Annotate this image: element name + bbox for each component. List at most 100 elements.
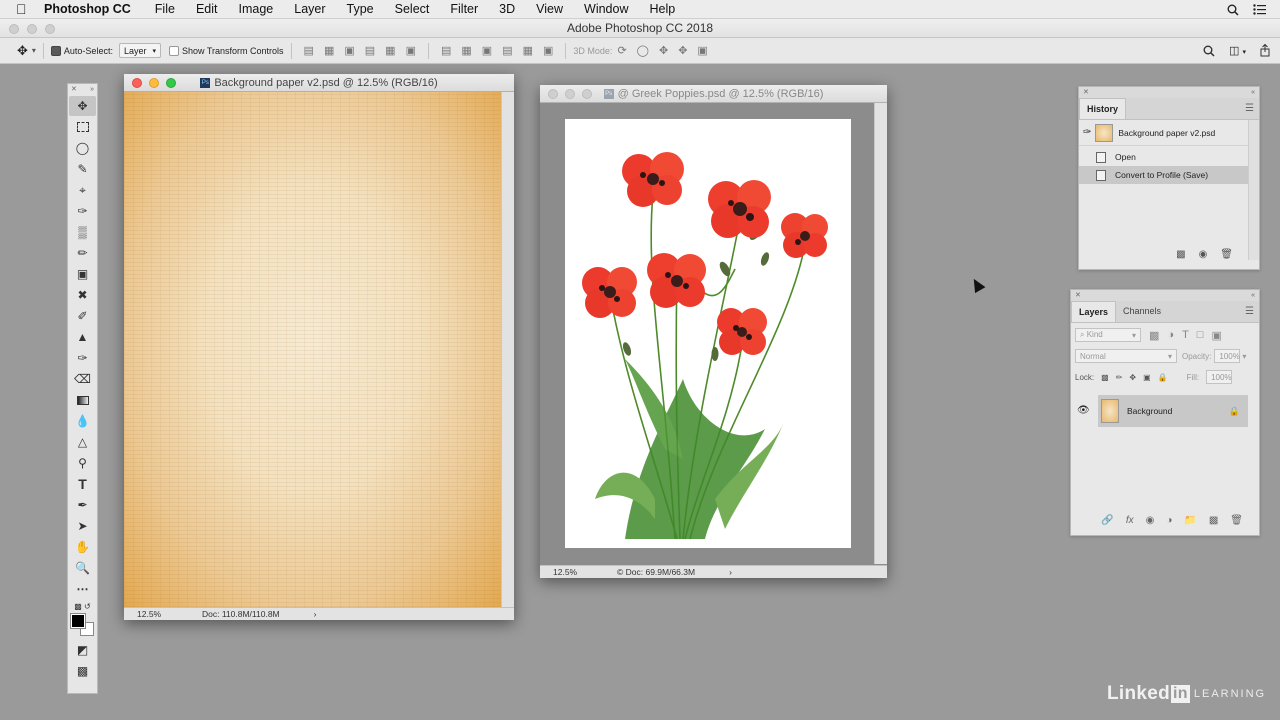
menu-3d[interactable]: 3D: [499, 2, 515, 16]
distribute-hcenter-icon[interactable]: ▦: [523, 44, 533, 57]
menu-image[interactable]: Image: [239, 2, 274, 16]
move-tool-preset-icon[interactable]: ✥: [17, 43, 28, 59]
vertical-scrollbar[interactable]: [1248, 120, 1259, 260]
menu-type[interactable]: Type: [347, 2, 374, 16]
close-icon[interactable]: ✕: [71, 84, 77, 96]
new-layer-icon[interactable]: ▩: [1209, 515, 1218, 526]
layer-style-fx-icon[interactable]: fx: [1126, 515, 1134, 526]
eyedropper-tool-icon[interactable]: ✑: [69, 201, 96, 221]
pen-tool-icon[interactable]: ✒: [69, 495, 96, 515]
opacity-field[interactable]: 100%: [1214, 349, 1241, 363]
trash-icon[interactable]: 🗑: [1220, 249, 1233, 260]
brush-tool-icon[interactable]: ✏: [69, 243, 96, 263]
link-layers-icon[interactable]: 🔗: [1101, 515, 1113, 526]
distribute-bottom-icon[interactable]: ▣: [482, 44, 492, 57]
vertical-scrollbar[interactable]: [501, 92, 514, 607]
color-swatches[interactable]: [70, 613, 97, 640]
close-window-button[interactable]: [548, 89, 558, 99]
chevron-down-icon[interactable]: ▾: [32, 46, 36, 55]
camera-icon[interactable]: ◉: [1199, 249, 1208, 260]
lock-icon[interactable]: 🔒: [1229, 406, 1240, 417]
collapse-icon[interactable]: «: [1251, 290, 1255, 301]
lock-position-icon[interactable]: ✥: [1129, 373, 1136, 382]
new-document-from-state-icon[interactable]: ▩: [1176, 249, 1185, 260]
notification-center-icon[interactable]: [1253, 4, 1266, 15]
align-left-icon[interactable]: ▤: [365, 44, 375, 57]
blend-mode-dropdown[interactable]: Normal ▾: [1075, 349, 1177, 363]
zoom-app-button[interactable]: [45, 24, 55, 34]
align-bottom-icon[interactable]: ▣: [344, 44, 354, 57]
menu-app-name[interactable]: Photoshop CC: [44, 2, 131, 16]
mixer-brush-tool-icon[interactable]: ✑: [69, 348, 96, 368]
stamp-tool-icon[interactable]: ▲: [69, 327, 96, 347]
blur-tool-icon[interactable]: 💧: [69, 411, 96, 431]
tab-history[interactable]: History: [1079, 98, 1127, 119]
status-menu-arrow-icon[interactable]: ›: [729, 567, 732, 577]
collapse-icon[interactable]: »: [90, 84, 94, 96]
more-tools-icon[interactable]: ⋯: [69, 579, 96, 599]
tab-layers[interactable]: Layers: [1071, 301, 1117, 322]
type-tool-icon[interactable]: T: [69, 474, 96, 494]
minimize-window-button[interactable]: [565, 89, 575, 99]
filter-smart-object-icon[interactable]: ▣: [1211, 329, 1221, 342]
crop-tool-icon[interactable]: ⌖: [69, 180, 96, 200]
menu-edit[interactable]: Edit: [196, 2, 218, 16]
3d-pan-icon[interactable]: ✥: [659, 44, 668, 57]
visibility-eye-icon[interactable]: 👁: [1077, 405, 1090, 416]
trash-icon[interactable]: 🗑: [1230, 515, 1243, 526]
close-icon[interactable]: ✕: [1083, 87, 1089, 98]
share-icon[interactable]: [1260, 44, 1270, 57]
auto-select-dropdown[interactable]: Layer ▾: [118, 43, 161, 58]
canvas-greek-poppies-image[interactable]: [565, 119, 851, 548]
status-menu-arrow-icon[interactable]: ›: [314, 609, 317, 619]
distribute-vcenter-icon[interactable]: ▦: [461, 44, 471, 57]
distribute-left-icon[interactable]: ▤: [502, 44, 512, 57]
menu-window[interactable]: Window: [584, 2, 628, 16]
spot-healing-tool-icon[interactable]: ▒: [69, 222, 96, 242]
3d-scale-icon[interactable]: ▣: [697, 44, 707, 57]
sharpen-tool-icon[interactable]: △: [69, 432, 96, 452]
history-step[interactable]: Convert to Profile (Save): [1079, 166, 1259, 184]
auto-select-checkbox[interactable]: [50, 45, 61, 56]
menu-file[interactable]: File: [155, 2, 175, 16]
history-snapshot[interactable]: ✑ Background paper v2.psd: [1079, 120, 1259, 146]
hand-tool-icon[interactable]: ✋: [69, 537, 96, 557]
lasso-tool-icon[interactable]: ◯: [69, 138, 96, 158]
history-brush-source-icon[interactable]: ✑: [1083, 127, 1091, 138]
minimize-app-button[interactable]: [27, 24, 37, 34]
marquee-tool-icon[interactable]: [69, 117, 96, 137]
zoom-window-button[interactable]: [166, 78, 176, 88]
adjustment-layer-icon[interactable]: ◑: [1166, 515, 1172, 526]
panel-menu-icon[interactable]: ☰: [1245, 306, 1254, 317]
lock-pixels-icon[interactable]: ✏: [1116, 373, 1123, 382]
align-top-icon[interactable]: ▤: [304, 44, 314, 57]
new-group-folder-icon[interactable]: 📁: [1184, 515, 1196, 526]
menu-view[interactable]: View: [536, 2, 563, 16]
show-transform-checkbox[interactable]: [168, 45, 179, 56]
apple-icon[interactable]: : [16, 0, 30, 19]
chevron-down-icon[interactable]: ▾: [1242, 352, 1246, 361]
menu-filter[interactable]: Filter: [450, 2, 478, 16]
gradient-tool-icon[interactable]: [69, 390, 96, 410]
close-app-button[interactable]: [9, 24, 19, 34]
filter-pixel-icon[interactable]: ▩: [1149, 329, 1159, 342]
3d-orbit-icon[interactable]: ⟳: [617, 44, 626, 57]
eraser-icon[interactable]: ⌫: [69, 369, 96, 389]
clone-stamp-tool-icon[interactable]: ▣: [69, 264, 96, 284]
quick-mask-icon[interactable]: ◩: [69, 640, 96, 660]
kind-filter-dropdown[interactable]: ⌕ Kind ▾: [1075, 328, 1141, 342]
align-right-icon[interactable]: ▣: [406, 44, 416, 57]
distribute-top-icon[interactable]: ▤: [441, 44, 451, 57]
move-tool-icon[interactable]: ✥: [69, 96, 96, 116]
history-brush-tool-icon[interactable]: ✖: [69, 285, 96, 305]
lock-all-icon[interactable]: 🔒: [1158, 373, 1168, 382]
spotlight-search-icon[interactable]: [1227, 4, 1239, 16]
align-vcenter-icon[interactable]: ▦: [324, 44, 334, 57]
path-select-tool-icon[interactable]: ➤: [69, 516, 96, 536]
zoom-level[interactable]: 12.5%: [553, 567, 605, 577]
panel-menu-icon[interactable]: ☰: [1245, 103, 1254, 114]
search-icon[interactable]: [1203, 45, 1215, 57]
vertical-scrollbar[interactable]: [874, 103, 887, 564]
menu-layer[interactable]: Layer: [294, 2, 325, 16]
filter-shape-icon[interactable]: □: [1197, 329, 1204, 341]
